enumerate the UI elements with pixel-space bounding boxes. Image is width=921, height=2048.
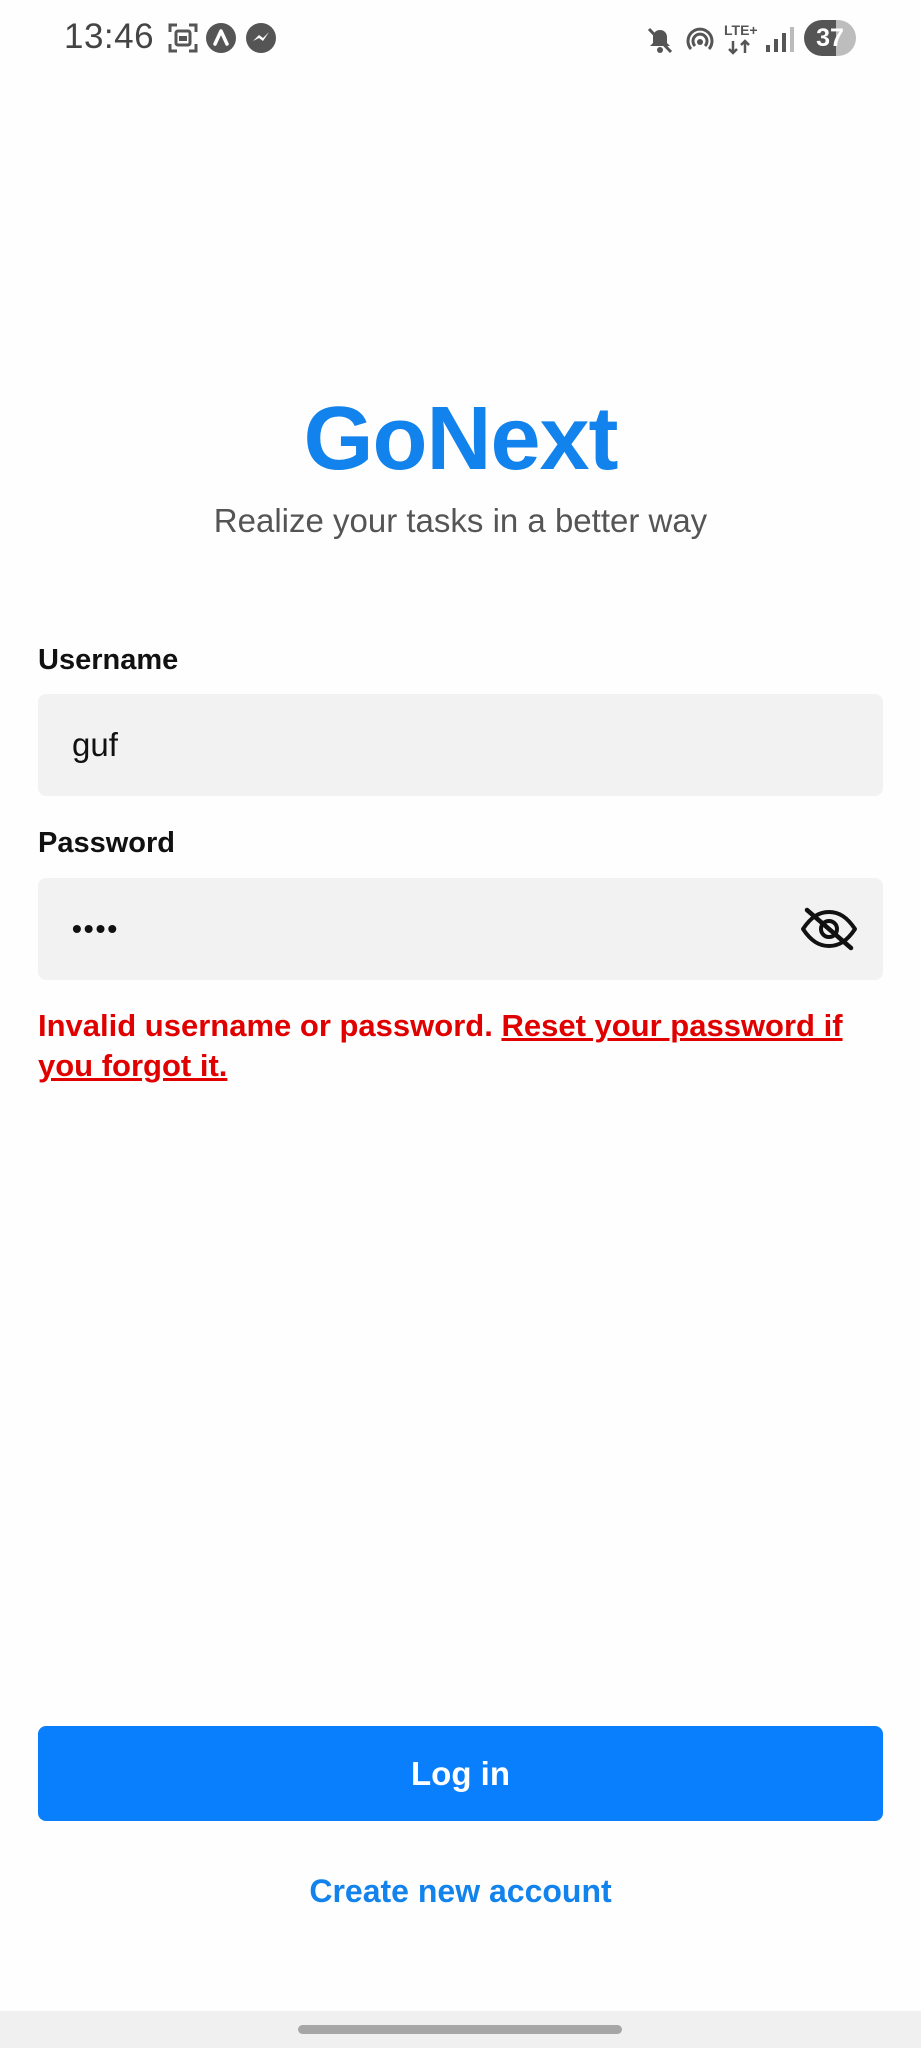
status-bar: 13:46 LTE+ 37 bbox=[0, 0, 921, 80]
error-message: Invalid username or password. bbox=[38, 1008, 493, 1043]
lte-icon: LTE+ bbox=[724, 22, 758, 58]
screenshot-icon bbox=[168, 23, 198, 53]
login-button[interactable]: Log in bbox=[38, 1726, 883, 1821]
hotspot-icon bbox=[686, 27, 714, 50]
home-gesture-handle[interactable] bbox=[298, 2025, 622, 2034]
messenger-icon bbox=[246, 23, 276, 53]
username-value: guf bbox=[72, 726, 118, 763]
navigation-bar bbox=[0, 2011, 921, 2048]
login-error: Invalid username or password. Reset your… bbox=[38, 1006, 888, 1086]
username-field[interactable]: guf bbox=[38, 694, 883, 796]
password-field[interactable]: •••• bbox=[38, 878, 883, 980]
username-label: Username bbox=[38, 644, 179, 676]
status-time: 13:46 bbox=[64, 17, 155, 56]
signal-icon bbox=[766, 27, 794, 52]
app-icon bbox=[206, 23, 236, 53]
password-label: Password bbox=[38, 827, 175, 859]
battery-level: 37 bbox=[816, 24, 844, 52]
network-type: LTE+ bbox=[724, 22, 758, 38]
create-account-link[interactable]: Create new account bbox=[0, 1873, 921, 1910]
password-value: •••• bbox=[72, 913, 120, 944]
eye-off-icon[interactable] bbox=[799, 905, 859, 953]
battery-icon: 37 bbox=[804, 20, 856, 56]
login-button-label: Log in bbox=[411, 1754, 510, 1792]
app-title: GoNext bbox=[303, 389, 618, 489]
mute-icon bbox=[647, 27, 673, 54]
app-tagline: Realize your tasks in a better way bbox=[213, 502, 708, 539]
